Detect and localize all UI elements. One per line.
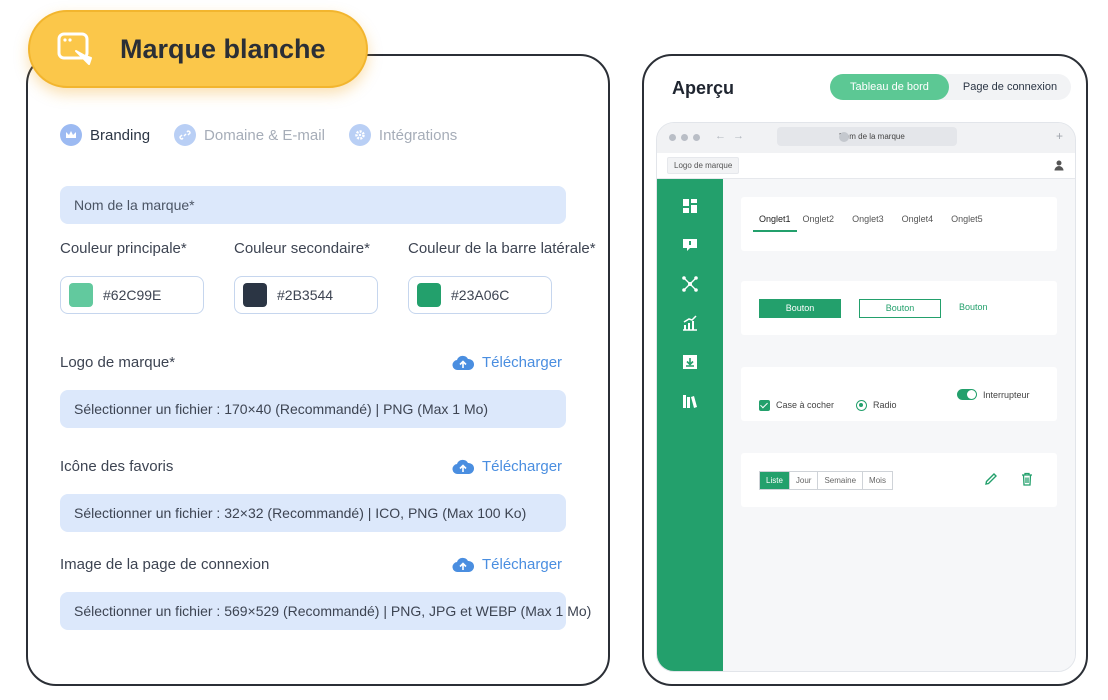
preview-title: Aperçu [672, 78, 735, 98]
window-dot [681, 134, 688, 141]
upload-label: Télécharger [482, 556, 563, 573]
preview-buttons: Bouton Bouton Bouton [741, 281, 1057, 318]
gear-icon [348, 124, 371, 146]
tab-label: Intégrations [378, 126, 458, 144]
preview-tab[interactable]: Onglet2 [803, 214, 835, 232]
segment-login-page[interactable]: Page de connexion [949, 74, 1071, 100]
network-icon [682, 276, 698, 292]
color-hex: #23A06C [451, 287, 510, 303]
preview-tabs: Onglet1 Onglet2 Onglet3 Onglet4 Onglet5 [741, 197, 1057, 232]
text-button[interactable]: Bouton [959, 299, 988, 318]
color-hex: #62C99E [103, 287, 162, 303]
color-swatch[interactable] [243, 283, 267, 307]
secondary-color-input[interactable]: #2B3544 [234, 276, 378, 314]
solid-button[interactable]: Bouton [759, 299, 841, 318]
checkbox[interactable] [759, 399, 770, 411]
buttons-card: Bouton Bouton Bouton [741, 281, 1057, 335]
address-bar: Nom de la marque [777, 127, 957, 146]
sidebar-color-label: Couleur de la barre latérale* [408, 240, 596, 257]
view-month-button[interactable]: Mois [863, 472, 892, 489]
settings-tabs: Branding Domaine & E-mail Intégrations [60, 124, 481, 146]
list-row: Liste Jour Semaine Mois [741, 453, 1057, 507]
outline-button[interactable]: Bouton [859, 299, 941, 318]
sidebar-color-input[interactable]: #23A06C [408, 276, 552, 314]
library-icon [683, 395, 697, 408]
preview-main: Onglet1 Onglet2 Onglet3 Onglet4 Onglet5 … [723, 179, 1075, 671]
controls-card: Case à cocher Radio Interrupteur [741, 367, 1057, 421]
preview-mode-toggle: Tableau de bord Page de connexion [830, 74, 1072, 100]
trash-icon[interactable] [1019, 471, 1035, 487]
cloud-upload-icon [452, 459, 474, 474]
link-icon [174, 124, 197, 146]
login-image-upload-link[interactable]: Télécharger [452, 556, 562, 573]
radio-button[interactable] [856, 399, 868, 411]
page-title: Marque blanche [120, 33, 326, 64]
color-swatch[interactable] [417, 283, 441, 307]
favicon-label: Icône des favoris [60, 458, 174, 475]
globe-icon [839, 132, 849, 142]
cloud-upload-icon [452, 557, 474, 572]
view-button-group: Liste Jour Semaine Mois [759, 471, 893, 490]
preview-controls: Case à cocher Radio Interrupteur [741, 367, 1057, 421]
branding-icon [57, 32, 92, 65]
logo-upload-link[interactable]: Télécharger [452, 354, 562, 371]
download-icon [683, 355, 697, 369]
segment-dashboard[interactable]: Tableau de bord [830, 74, 949, 100]
window-dot [693, 134, 700, 141]
dashboard-icon [683, 199, 697, 213]
tab-branding[interactable]: Branding [60, 124, 150, 146]
view-week-button[interactable]: Semaine [818, 472, 864, 489]
login-image-file-input[interactable]: Sélectionner un fichier : 569×529 (Recom… [60, 592, 591, 630]
title-badge: Marque blanche [28, 10, 368, 88]
logo-placeholder: Logo de marque [667, 157, 740, 174]
tab-integrations[interactable]: Intégrations [348, 124, 458, 146]
toggle-track [957, 389, 977, 400]
color-hex: #2B3544 [277, 287, 334, 303]
primary-color-input[interactable]: #62C99E [60, 276, 204, 314]
preview-tab[interactable]: Onglet3 [852, 214, 884, 232]
favicon-file-input[interactable]: Sélectionner un fichier : 32×32 (Recomma… [60, 494, 566, 532]
tab-label: Branding [90, 126, 151, 144]
new-tab-icon: + [1055, 129, 1063, 143]
brand-name-input[interactable]: Nom de la marque* [60, 186, 566, 224]
view-list-button[interactable]: Liste [760, 472, 790, 489]
upload-label: Télécharger [482, 354, 563, 371]
browser-mockup: ← → Nom de la marque + Logo de marque On… [656, 122, 1076, 672]
pencil-icon[interactable] [983, 471, 999, 487]
view-day-button[interactable]: Jour [789, 472, 819, 489]
checkbox-label: Case à cocher [776, 400, 835, 410]
preview-tab[interactable]: Onglet5 [951, 214, 983, 232]
upload-label: Télécharger [482, 458, 563, 475]
login-image-label: Image de la page de connexion [60, 556, 270, 573]
preview-panel: Aperçu Tableau de bord Page de connexion… [642, 54, 1088, 686]
window-dot [669, 134, 676, 141]
forward-arrow-icon: → [733, 130, 744, 142]
user-icon [1054, 160, 1064, 171]
logo-file-input[interactable]: Sélectionner un fichier : 170×40 (Recomm… [60, 390, 566, 428]
favicon-upload-link[interactable]: Télécharger [452, 458, 562, 475]
crown-icon [60, 124, 82, 146]
cloud-upload-icon [452, 355, 474, 370]
toggle-label: Interrupteur [983, 389, 1030, 400]
chat-icon [683, 239, 697, 251]
tab-domain-email[interactable]: Domaine & E-mail [174, 124, 325, 146]
chart-icon [683, 315, 697, 331]
app-header: Logo de marque [657, 153, 1075, 179]
toggle-switch[interactable]: Interrupteur [957, 389, 1030, 400]
tabs-card: Onglet1 Onglet2 Onglet3 Onglet4 Onglet5 [741, 197, 1057, 251]
preview-sidebar [657, 179, 723, 671]
list-card: Liste Jour Semaine Mois [741, 453, 1057, 507]
color-swatch[interactable] [69, 283, 93, 307]
secondary-color-label: Couleur secondaire* [234, 240, 370, 257]
logo-label: Logo de marque* [60, 354, 176, 371]
browser-bar: ← → Nom de la marque + [657, 123, 1075, 153]
preview-tab[interactable]: Onglet1 [753, 214, 797, 232]
tab-label: Domaine & E-mail [204, 126, 325, 144]
primary-color-label: Couleur principale* [60, 240, 187, 257]
back-arrow-icon: ← [715, 130, 726, 142]
preview-tab[interactable]: Onglet4 [902, 214, 934, 232]
radio-label: Radio [873, 400, 897, 410]
